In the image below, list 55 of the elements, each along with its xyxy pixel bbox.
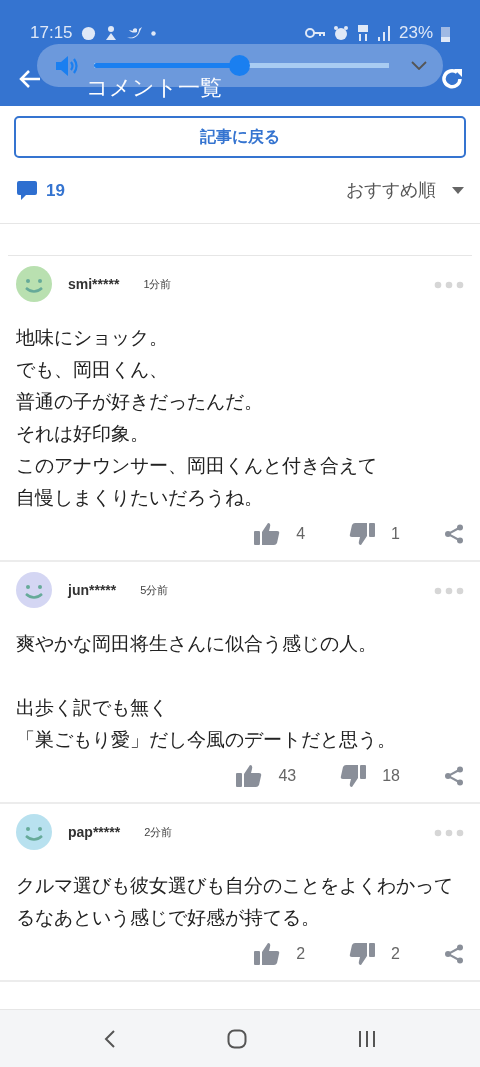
alarm-icon [332,25,349,41]
comment-time: 2分前 [144,824,173,840]
comment-text: 出歩く訳でも無く [16,696,169,720]
dislike-count: 18 [382,766,400,786]
comment-text: クルマ選びも彼女選びも自分のことをよくわかってるなあという感じで好感が持てる。 [16,874,454,930]
username: pap***** [68,822,121,842]
comment-text: 爽やかな岡田将生さんに似合う感じの人。 [16,632,378,656]
like-count: 43 [278,766,297,786]
signal-icon [376,25,391,41]
back-nav-icon[interactable] [103,1028,116,1049]
recents-nav-icon[interactable] [358,1029,377,1048]
battery-level: 23% [398,22,433,45]
dislike-count: 2 [391,944,400,964]
comment-time: 5分前 [140,582,169,598]
status-time: 17:15 [30,22,73,45]
thumbs-up-icon[interactable] [254,942,281,966]
comment-text: 地味にショック。 [16,326,169,350]
thumbs-down-icon[interactable] [349,522,376,546]
dot-icon [150,30,156,36]
figure-icon [103,25,118,41]
volume-thumb[interactable] [228,55,250,76]
avatar-icon [16,266,52,302]
back-to-article-button[interactable]: 記事に戻る [14,116,466,158]
comment-time: 1分前 [143,276,172,292]
share-icon[interactable] [444,944,464,964]
thumbs-down-icon[interactable] [340,764,367,788]
avatar-icon [16,572,52,608]
chevron-down-icon[interactable] [411,61,427,70]
username: jun***** [68,580,117,600]
comment-icon [16,180,38,201]
key-icon [304,27,325,39]
thumbs-down-icon[interactable] [349,942,376,966]
caret-icon[interactable] [452,187,464,194]
thumbs-up-icon[interactable] [254,522,281,546]
home-nav-icon[interactable] [227,1028,247,1049]
comment-text: 普通の子が好きだったんだ。 [16,390,264,414]
share-icon[interactable] [444,524,464,544]
battery-icon [441,24,450,42]
like-count: 2 [296,944,306,964]
avatar-icon [16,814,52,850]
back-arrow-icon[interactable] [18,69,42,89]
comment-text: このアナウンサー、岡田くんと付き合えて [16,454,378,478]
like-count: 4 [296,524,306,544]
thumbs-up-icon[interactable] [236,764,263,788]
comment-count: 19 [46,179,65,202]
comment-text: 自慢しまくりたいだろうね。 [16,486,264,510]
dislike-count: 1 [391,524,400,544]
comment-text: 「巣ごもり愛」だし今風のデートだと思う。 [16,728,397,752]
sort-dropdown[interactable]: おすすめ順 [346,177,436,204]
share-icon[interactable] [444,766,464,786]
comment-text: でも、岡田くん、 [16,358,169,382]
page-title: コメント一覧 [86,73,222,102]
comment-text: それは好印象。 [16,422,150,446]
refresh-icon[interactable] [440,67,464,91]
username: smi***** [68,274,120,294]
